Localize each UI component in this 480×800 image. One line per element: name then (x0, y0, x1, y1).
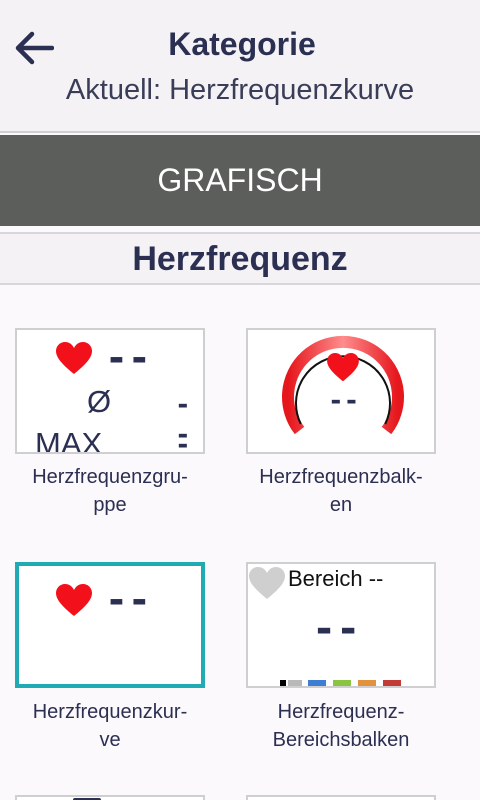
page-subtitle: Aktuell: Herzfrequenzkurve (65, 74, 415, 106)
tile-label-line2: ve (99, 729, 121, 751)
tile-label-herzfrequenzkurve: Herzfrequenzkur- ve (0, 698, 225, 754)
heart-icon (327, 353, 359, 382)
avg-symbol: Ø (87, 384, 112, 419)
header: Kategorie Aktuell: Herzfrequenzkurve (0, 0, 480, 133)
category-button-grafisch[interactable]: GRAFISCH (0, 135, 480, 226)
category-button-label: GRAFISCH (157, 162, 323, 198)
heart-rate-value: -- (105, 578, 151, 622)
tile-label-line1: Herzfrequenz- (277, 701, 405, 723)
heart-icon (56, 342, 92, 374)
tile-herzfrequenzgruppe[interactable]: -- Ø -- MAX -- (15, 328, 205, 454)
max-label: MAX (35, 426, 103, 454)
zone-swatch-3 (308, 680, 326, 686)
tile-herzfrequenzbalken[interactable]: -- (246, 328, 436, 454)
heart-gray-icon (249, 567, 285, 599)
tile-partial-right[interactable] (246, 795, 436, 800)
heart-icon (56, 584, 92, 616)
tile-label-line2: en (329, 494, 353, 516)
tile-label-bereichsbalken: Herzfrequenz- Bereichsbalken (226, 698, 456, 754)
heart-rate-value: -- (105, 336, 151, 380)
heart-rate-value: -- (328, 386, 360, 416)
tile-label-line2: Bereichsbalken (272, 729, 410, 751)
tile-partial-left[interactable] (15, 795, 205, 800)
section-title: Herzfrequenz (132, 240, 348, 278)
tile-label-line1: Herzfrequenzgru- (32, 466, 188, 488)
zone-swatch-6 (383, 680, 401, 686)
max-value: -- (175, 430, 191, 454)
zone-swatch-4 (333, 680, 351, 686)
page-title: Kategorie (168, 26, 316, 62)
section-header: Herzfrequenz (0, 232, 480, 285)
tile-label-herzfrequenzbalken: Herzfrequenzbalk- en (226, 463, 456, 519)
zone-swatch-1 (280, 680, 286, 686)
zone-label: Bereich -- (288, 566, 384, 591)
heart-rate-value: -- (312, 606, 361, 652)
tile-label-line2: ppe (93, 494, 127, 516)
tile-label-line1: Herzfrequenzbalk- (259, 466, 423, 488)
tile-label-herzfrequenzgruppe: Herzfrequenzgru- ppe (0, 463, 225, 519)
zone-swatch-2 (288, 680, 302, 686)
tile-herzfrequenzkurve[interactable]: -- (15, 562, 205, 688)
tile-label-line1: Herzfrequenzkur- (32, 701, 188, 723)
zone-swatch-5 (358, 680, 376, 686)
tile-herzfrequenz-bereichsbalken[interactable]: Bereich -- -- (246, 562, 436, 688)
zone-color-bar (280, 680, 430, 686)
